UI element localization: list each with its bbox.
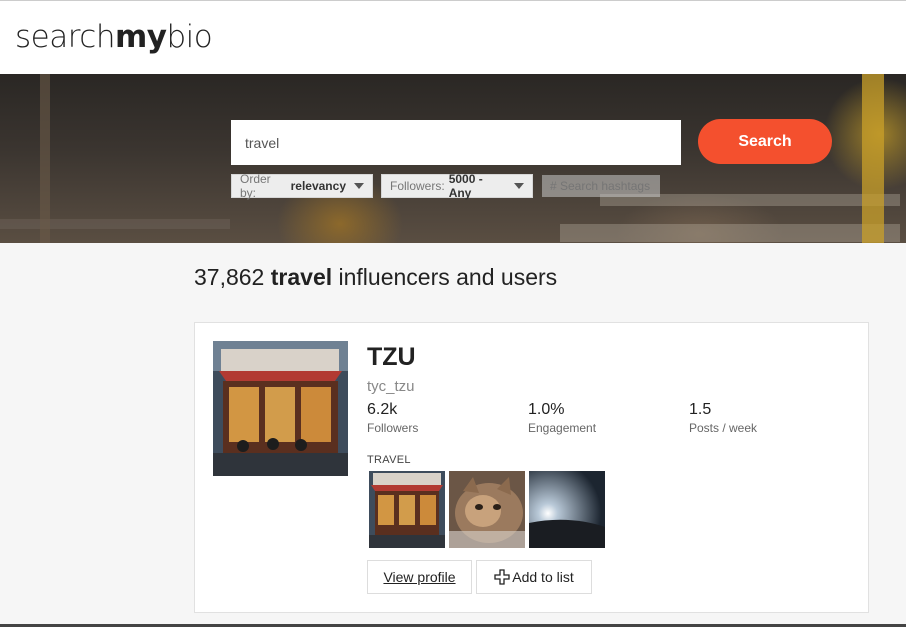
post-thumbnail[interactable] (529, 471, 605, 548)
plus-icon (494, 569, 510, 585)
logo-part-my: my (114, 19, 167, 55)
followers-dropdown[interactable]: Followers: 5000 - Any (381, 172, 533, 200)
stat-label: Posts / week (689, 421, 758, 435)
search-input[interactable] (231, 120, 681, 165)
results-suffix: influencers and users (338, 264, 558, 290)
followers-label: Followers: (390, 179, 445, 193)
banner-decor (40, 74, 50, 243)
cafe-photo (213, 341, 348, 476)
banner-decor (862, 74, 884, 243)
stat-value: 6.2k (367, 401, 398, 418)
chevron-down-icon (514, 183, 524, 189)
followers-value: 5000 - Any (448, 172, 483, 200)
cat-thumbnail-image (449, 471, 525, 548)
stat-label: Engagement (528, 421, 597, 435)
view-profile-button[interactable]: View profile (367, 560, 472, 594)
stat-engagement: 1.0% Engagement (528, 401, 596, 435)
profile-handle: tyc_tzu (367, 378, 415, 395)
stat-value: 1.5 (689, 401, 712, 418)
stat-posts-per-week: 1.5 Posts / week (689, 401, 757, 435)
post-thumbnail[interactable] (449, 471, 525, 548)
logo-part-search: search (15, 19, 115, 55)
banner-decor (0, 219, 230, 229)
profile-card: TZU tyc_tzu 6.2k Followers 1.0% Engageme… (194, 322, 869, 613)
cafe-thumbnail-image (369, 471, 445, 548)
chevron-down-icon (354, 183, 364, 189)
top-bar: searchmybio (0, 0, 906, 74)
logo-part-bio: bio (166, 19, 213, 55)
add-to-list-label: Add to list (512, 569, 574, 585)
sunset-thumbnail-image (529, 471, 605, 548)
profile-name[interactable]: TZU (367, 343, 416, 372)
results-count: 37,862 (194, 264, 265, 290)
order-by-value: relevancy (290, 179, 346, 193)
order-by-label: Order by: (240, 172, 271, 200)
results-keyword: travel (270, 264, 333, 290)
stat-label: Followers (367, 421, 419, 435)
profile-avatar[interactable] (213, 341, 348, 476)
stat-value: 1.0% (528, 401, 565, 418)
banner-decor (560, 224, 900, 242)
category-tag: TRAVEL (367, 454, 411, 466)
add-to-list-button[interactable]: Add to list (476, 560, 592, 594)
hashtag-search-input[interactable] (542, 175, 660, 197)
search-button[interactable]: Search (698, 119, 832, 164)
post-thumbnail[interactable] (369, 471, 445, 548)
order-by-dropdown[interactable]: Order by: relevancy (231, 172, 373, 200)
logo[interactable]: searchmybio (15, 19, 213, 55)
stat-followers: 6.2k Followers (367, 401, 418, 435)
results-heading: 37,862 travel influencers and users (194, 264, 557, 291)
